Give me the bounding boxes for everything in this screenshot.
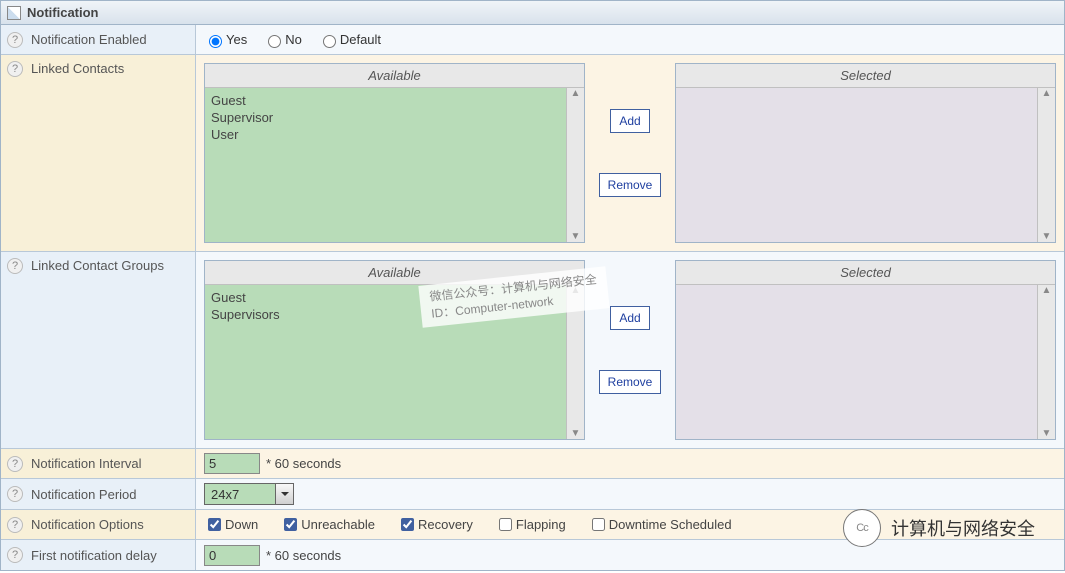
period-select[interactable]: 24x7 [204,483,294,505]
row-notification-options: ? Notification Options Down Unreachable Re… [1,510,1064,540]
row-first-notification-delay: ? First notification delay * 60 seconds [1,540,1064,570]
remove-button[interactable]: Remove [599,370,662,394]
option-label: Downtime Scheduled [609,517,732,532]
panel-icon [7,6,21,20]
available-column: Available GuestSupervisorUser ▲▼ [204,63,585,243]
option-unreachable[interactable]: Unreachable [280,515,375,534]
available-list[interactable]: GuestSupervisorUser [205,88,566,242]
help-icon[interactable]: ? [7,486,23,502]
enabled-default[interactable]: Default [318,32,381,48]
shuttle-buttons: Add Remove [585,260,675,440]
radio-yes[interactable] [209,35,222,48]
option-label: Down [225,517,258,532]
notification-panel: Notification ? Notification Enabled Yes … [0,0,1065,571]
field-label: Linked Contacts [31,61,124,76]
checkbox[interactable] [284,518,297,531]
label-cell: ? Notification Period [1,479,196,509]
panel-header: Notification [1,1,1064,25]
row-notification-enabled: ? Notification Enabled Yes No Default [1,25,1064,55]
chevron-down-icon [275,484,293,504]
field-label: Linked Contact Groups [31,258,164,273]
contacts-shuttle: Available GuestSupervisorUser ▲▼ Add Rem… [204,63,1056,243]
enabled-yes[interactable]: Yes [204,32,247,48]
value-cell: * 60 seconds [196,449,1064,478]
available-list[interactable]: GuestSupervisors [205,285,566,439]
field-label: First notification delay [31,548,157,563]
available-header: Available [205,64,584,88]
radio-default[interactable] [323,35,336,48]
help-icon[interactable]: ? [7,258,23,274]
option-label: Flapping [516,517,566,532]
label-cell: ? Notification Options [1,510,196,539]
label-cell: ? Linked Contact Groups [1,252,196,448]
unit-label: * 60 seconds [266,548,341,563]
remove-button[interactable]: Remove [599,173,662,197]
field-label: Notification Interval [31,456,142,471]
selected-column: Selected ▲▼ [675,63,1056,243]
option-label: Unreachable [301,517,375,532]
row-notification-period: ? Notification Period 24x7 [1,479,1064,510]
scrollbar[interactable]: ▲▼ [566,285,584,439]
list-item[interactable]: Guest [211,92,560,109]
value-cell: * 60 seconds [196,540,1064,570]
groups-shuttle: Available GuestSupervisors ▲▼ Add Remove… [204,260,1056,440]
radio-no[interactable] [268,35,281,48]
row-notification-interval: ? Notification Interval * 60 seconds [1,449,1064,479]
field-label: Notification Enabled [31,32,147,47]
first-delay-input[interactable] [204,545,260,566]
value-cell: Available GuestSupervisorUser ▲▼ Add Rem… [196,55,1064,251]
help-icon[interactable]: ? [7,517,23,533]
value-cell: Yes No Default [196,25,1064,54]
selected-header: Selected [676,64,1055,88]
selected-list[interactable] [676,285,1037,439]
help-icon[interactable]: ? [7,32,23,48]
selected-list[interactable] [676,88,1037,242]
value-cell: Available GuestSupervisors ▲▼ Add Remove… [196,252,1064,448]
selected-header: Selected [676,261,1055,285]
value-cell: Down Unreachable Recovery Flapping Downtime … [196,510,1064,539]
help-icon[interactable]: ? [7,61,23,77]
option-downtime-scheduled[interactable]: Downtime Scheduled [588,515,732,534]
unit-label: * 60 seconds [266,456,341,471]
scrollbar[interactable]: ▲▼ [566,88,584,242]
field-label: Notification Period [31,487,137,502]
list-item[interactable]: User [211,126,560,143]
list-item[interactable]: Supervisors [211,306,560,323]
checkbox[interactable] [592,518,605,531]
label-cell: ? First notification delay [1,540,196,570]
field-label: Notification Options [31,517,144,532]
help-icon[interactable]: ? [7,547,23,563]
label-cell: ? Notification Enabled [1,25,196,54]
scrollbar[interactable]: ▲▼ [1037,88,1055,242]
row-linked-contact-groups: ? Linked Contact Groups Available GuestS… [1,252,1064,449]
interval-input[interactable] [204,453,260,474]
available-column: Available GuestSupervisors ▲▼ [204,260,585,440]
scrollbar[interactable]: ▲▼ [1037,285,1055,439]
panel-title: Notification [27,5,99,20]
checkbox[interactable] [499,518,512,531]
select-value: 24x7 [205,485,275,504]
option-down[interactable]: Down [204,515,258,534]
available-header: Available [205,261,584,285]
label-cell: ? Notification Interval [1,449,196,478]
shuttle-buttons: Add Remove [585,63,675,243]
option-recovery[interactable]: Recovery [397,515,473,534]
enabled-no[interactable]: No [263,32,302,48]
add-button[interactable]: Add [610,306,649,330]
label-cell: ? Linked Contacts [1,55,196,251]
checkbox[interactable] [401,518,414,531]
option-label: Recovery [418,517,473,532]
option-flapping[interactable]: Flapping [495,515,566,534]
checkbox[interactable] [208,518,221,531]
list-item[interactable]: Guest [211,289,560,306]
list-item[interactable]: Supervisor [211,109,560,126]
selected-column: Selected ▲▼ [675,260,1056,440]
row-linked-contacts: ? Linked Contacts Available GuestSupervi… [1,55,1064,252]
value-cell: 24x7 [196,479,1064,509]
add-button[interactable]: Add [610,109,649,133]
help-icon[interactable]: ? [7,456,23,472]
